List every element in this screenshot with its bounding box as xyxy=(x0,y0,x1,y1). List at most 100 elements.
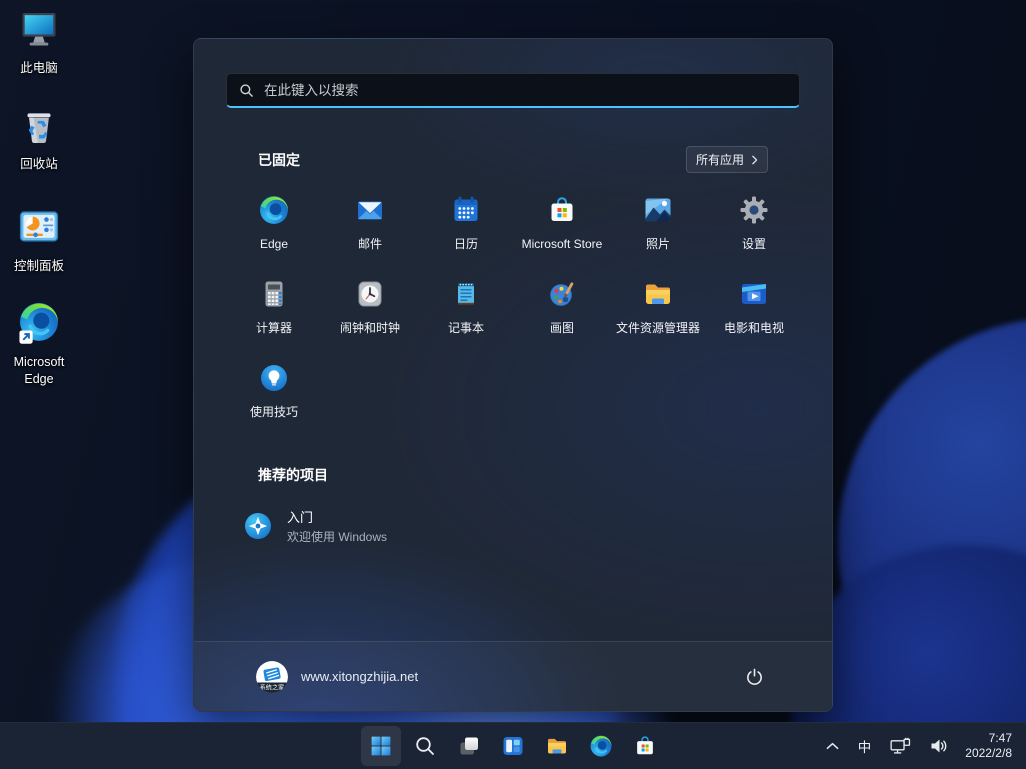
recommended-section-title: 推荐的项目 xyxy=(258,465,328,485)
control-panel-icon xyxy=(16,204,62,255)
get-started-icon xyxy=(242,510,274,542)
photos-icon xyxy=(642,194,674,231)
pinned-app-alarms-clock[interactable]: 闹钟和时钟 xyxy=(322,269,418,353)
file-explorer-icon xyxy=(545,734,569,758)
wallpaper-bloom xyxy=(838,318,1026,768)
app-label: 照片 xyxy=(646,237,670,251)
task-view-icon xyxy=(457,734,481,758)
search-icon xyxy=(413,734,437,758)
taskbar: 中 7:47 2022/2/8 xyxy=(0,722,1026,769)
desktop-icon-recycle-bin[interactable]: 回收站 xyxy=(0,104,78,173)
pinned-app-file-explorer[interactable]: 文件资源管理器 xyxy=(610,269,706,353)
chevron-right-icon xyxy=(751,155,758,165)
pinned-app-calendar[interactable]: 日历 xyxy=(418,185,514,269)
avatar: 系统之家 xyxy=(256,661,288,693)
start-menu: 已固定 所有应用 xyxy=(193,38,833,712)
this-pc-icon xyxy=(17,8,61,57)
windows-start-icon xyxy=(369,734,393,758)
taskbar-button-group xyxy=(361,726,665,766)
search-box[interactable] xyxy=(226,73,800,108)
recommended-item-get-started[interactable]: 入门 欢迎使用 Windows xyxy=(226,501,403,551)
tips-bulb-icon xyxy=(258,362,290,399)
calculator-icon xyxy=(258,278,290,315)
volume-button[interactable] xyxy=(928,736,950,756)
network-ethernet-icon xyxy=(890,737,911,756)
volume-icon xyxy=(930,738,948,754)
pinned-app-tips[interactable]: 使用技巧 xyxy=(226,353,322,437)
alarm-clock-icon xyxy=(354,278,386,315)
pinned-app-calculator[interactable]: 计算器 xyxy=(226,269,322,353)
app-label: 邮件 xyxy=(358,237,382,251)
app-label: Microsoft Store xyxy=(522,237,603,251)
app-label: 闹钟和时钟 xyxy=(340,321,400,335)
app-label: 计算器 xyxy=(256,321,292,335)
edge-icon xyxy=(16,300,62,351)
tray-date: 2022/2/8 xyxy=(965,746,1012,761)
store-icon xyxy=(546,194,578,231)
pinned-app-grid: Edge 邮件 xyxy=(226,185,800,437)
task-view-button[interactable] xyxy=(449,726,489,766)
all-apps-label: 所有应用 xyxy=(696,151,744,168)
file-explorer-icon xyxy=(642,278,674,315)
widgets-icon xyxy=(501,734,525,758)
account-button[interactable]: 系统之家 www.xitongzhijia.net xyxy=(256,661,418,693)
pinned-app-edge[interactable]: Edge xyxy=(226,185,322,269)
power-icon xyxy=(745,667,764,686)
recommended-item-title: 入门 xyxy=(287,507,387,526)
pinned-app-microsoft-store[interactable]: Microsoft Store xyxy=(514,185,610,269)
app-label: 画图 xyxy=(550,321,574,335)
pinned-app-notepad[interactable]: 记事本 xyxy=(418,269,514,353)
taskbar-file-explorer-button[interactable] xyxy=(537,726,577,766)
power-button[interactable] xyxy=(734,657,774,697)
app-label: 日历 xyxy=(454,237,478,251)
network-button[interactable] xyxy=(888,735,913,758)
tray-time: 7:47 xyxy=(965,731,1012,746)
all-apps-button[interactable]: 所有应用 xyxy=(686,146,768,173)
app-label: 记事本 xyxy=(448,321,484,335)
store-icon xyxy=(633,734,657,758)
taskbar-edge-button[interactable] xyxy=(581,726,621,766)
avatar-text: 系统之家 xyxy=(260,683,285,691)
paint-palette-icon xyxy=(546,278,578,315)
desktop-icon-label: 回收站 xyxy=(20,156,58,173)
mail-icon xyxy=(354,194,386,231)
app-label: Edge xyxy=(260,237,288,251)
tray-overflow-button[interactable] xyxy=(824,740,841,752)
system-tray: 中 7:47 2022/2/8 xyxy=(824,723,1026,769)
notepad-icon xyxy=(450,278,482,315)
desktop: 此电脑 回收站 xyxy=(0,0,1026,769)
account-name: www.xitongzhijia.net xyxy=(301,669,418,684)
pinned-app-settings[interactable]: 设置 xyxy=(706,185,802,269)
widgets-button[interactable] xyxy=(493,726,533,766)
desktop-icon-control-panel[interactable]: 控制面板 xyxy=(0,204,78,275)
calendar-icon xyxy=(450,194,482,231)
taskbar-clock[interactable]: 7:47 2022/2/8 xyxy=(965,731,1012,761)
search-input[interactable] xyxy=(264,83,787,98)
ime-indicator[interactable]: 中 xyxy=(856,734,874,758)
desktop-icon-this-pc[interactable]: 此电脑 xyxy=(0,8,78,77)
pinned-app-photos[interactable]: 照片 xyxy=(610,185,706,269)
taskbar-search-button[interactable] xyxy=(405,726,445,766)
desktop-icon-label: 此电脑 xyxy=(20,60,58,77)
taskbar-store-button[interactable] xyxy=(625,726,665,766)
app-label: 电影和电视 xyxy=(724,321,784,335)
pinned-app-movies-tv[interactable]: 电影和电视 xyxy=(706,269,802,353)
search-icon xyxy=(239,83,254,98)
edge-icon xyxy=(589,734,613,758)
app-label: 使用技巧 xyxy=(250,405,298,419)
desktop-icon-microsoft-edge[interactable]: Microsoft Edge xyxy=(0,300,78,388)
start-button[interactable] xyxy=(361,726,401,766)
edge-icon xyxy=(258,194,290,231)
movies-tv-icon xyxy=(738,278,770,315)
start-menu-footer: 系统之家 www.xitongzhijia.net xyxy=(194,641,832,711)
pinned-section-title: 已固定 xyxy=(258,150,300,170)
pinned-app-paint[interactable]: 画图 xyxy=(514,269,610,353)
pinned-app-mail[interactable]: 邮件 xyxy=(322,185,418,269)
desktop-icon-label: Microsoft Edge xyxy=(0,354,78,388)
recommended-item-subtitle: 欢迎使用 Windows xyxy=(287,528,387,545)
app-label: 设置 xyxy=(742,237,766,251)
recycle-bin-icon xyxy=(17,104,61,153)
desktop-icon-label: 控制面板 xyxy=(14,258,64,275)
settings-gear-icon xyxy=(738,194,770,231)
app-label: 文件资源管理器 xyxy=(616,321,700,335)
